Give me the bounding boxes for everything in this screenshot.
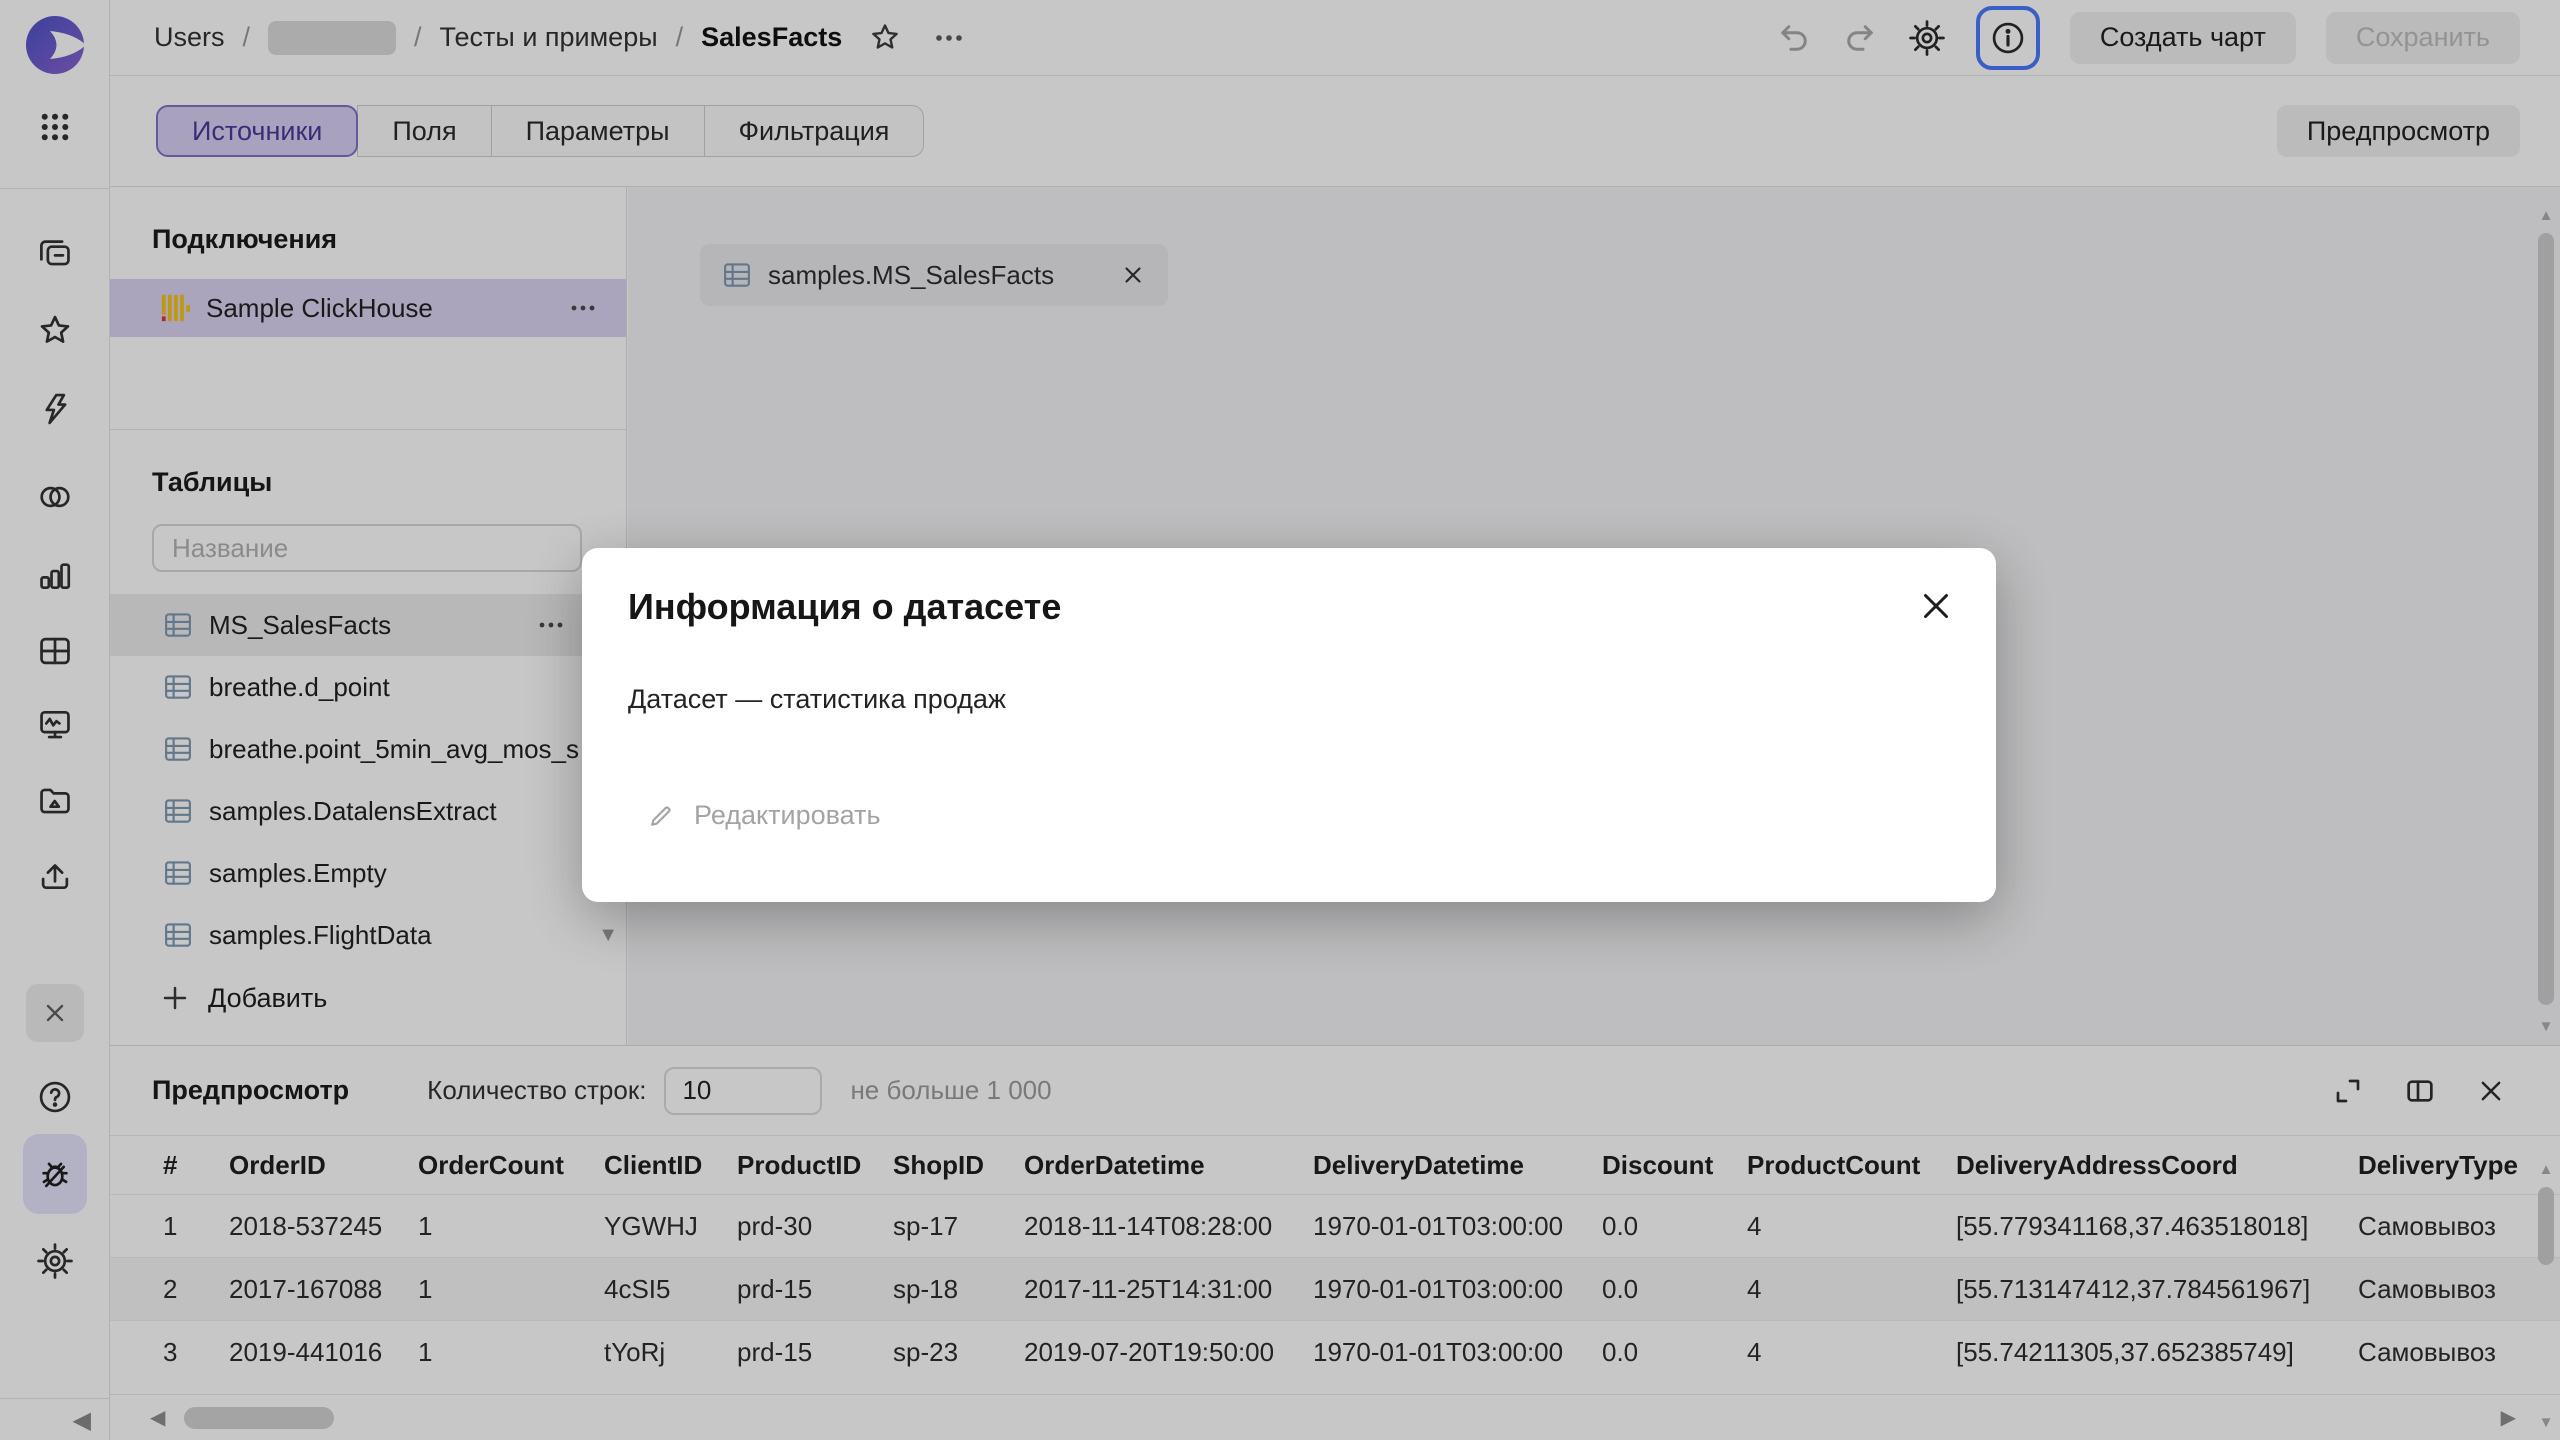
edit-description-button[interactable]: Редактировать — [646, 800, 881, 831]
pencil-icon — [646, 801, 676, 831]
modal-title: Информация о датасете — [628, 586, 1061, 628]
edit-label: Редактировать — [694, 800, 881, 831]
dataset-description: Датасет — статистика продаж — [628, 684, 1006, 715]
dataset-info-modal: Информация о датасете Датасет — статисти… — [582, 548, 1996, 902]
modal-close-icon[interactable] — [1918, 588, 1954, 624]
